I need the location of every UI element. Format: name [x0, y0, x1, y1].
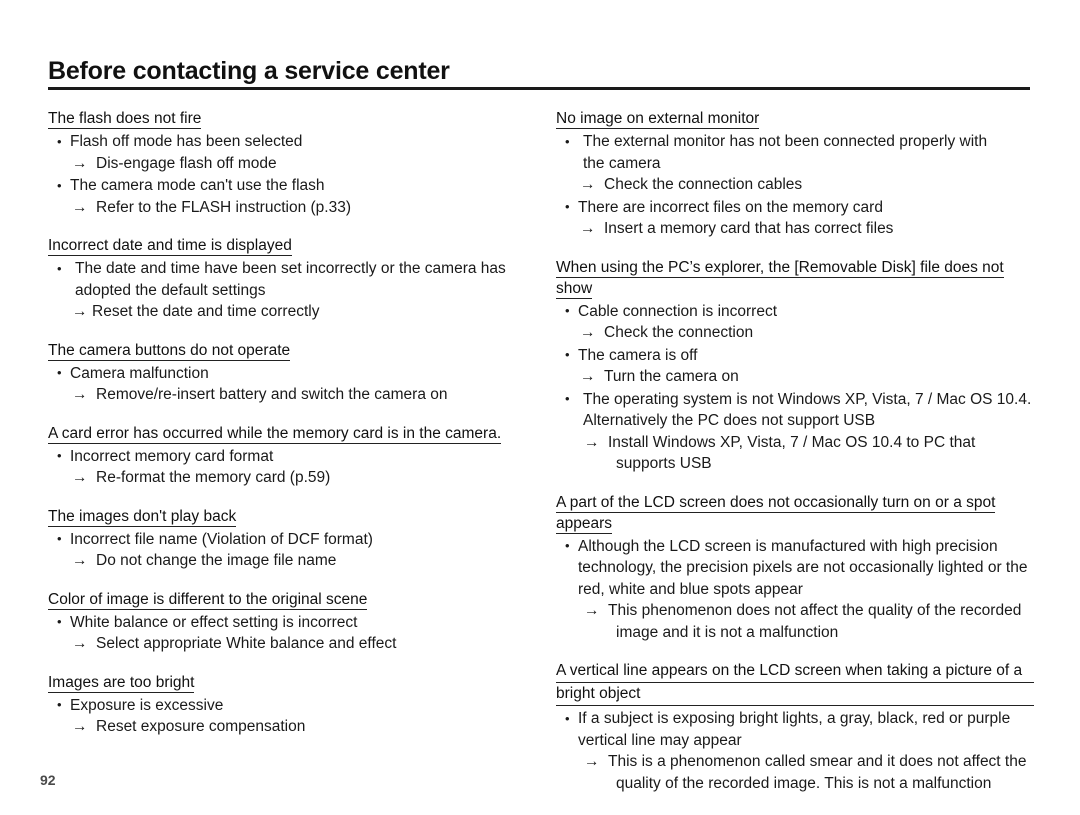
wrapped-text-line: adopted the default settings	[75, 281, 266, 299]
section-heading: A part of the LCD screen does not occasi…	[556, 492, 1034, 534]
section-heading-line: A vertical line appears on the LCD scree…	[556, 660, 1034, 683]
section-heading-text: No image on external monitor	[556, 110, 760, 129]
wrapped-text-line: red, white and blue spots appear	[578, 580, 803, 598]
troubleshooting-section: A card error has occurred while the memo…	[48, 423, 540, 489]
bullet-item: Incorrect memory card format	[48, 445, 540, 468]
bullet-item: There are incorrect files on the memory …	[556, 196, 1034, 219]
section-item-list: Incorrect file name (Violation of DCF fo…	[48, 528, 540, 572]
troubleshooting-section: The images don't play backIncorrect file…	[48, 506, 540, 572]
section-item-list: White balance or effect setting is incor…	[48, 611, 540, 655]
solution-arrow-item: Turn the camera on	[556, 366, 1034, 388]
wrapped-text-line: supports USB	[616, 455, 712, 472]
solution-arrow-item: Refer to the FLASH instruction (p.33)	[48, 197, 540, 219]
bullet-item: The external monitor has not been connec…	[556, 131, 1034, 153]
wrapped-text-line: Alternatively the PC does not support US…	[583, 412, 876, 429]
section-item-list: Camera malfunctionRemove/re-insert batte…	[48, 362, 540, 406]
right-column: No image on external monitor The external…	[556, 108, 1034, 794]
troubleshooting-section: A part of the LCD screen does not occasi…	[556, 492, 1034, 644]
section-item-list: The external monitor has not been connec…	[556, 131, 1034, 240]
bullet-item: Although the LCD screen is manufactured …	[556, 535, 1034, 558]
troubleshooting-section: Incorrect date and time is displayed The …	[48, 235, 540, 323]
bullet-item: Flash off mode has been selected	[48, 131, 540, 153]
section-item-list: Cable connection is incorrectCheck the c…	[556, 300, 1034, 475]
wrapped-text-line: image and it is not a malfunction	[616, 623, 839, 641]
troubleshooting-section: The camera buttons do not operateCamera …	[48, 340, 540, 406]
solution-arrow-item: Dis-engage flash off mode	[48, 153, 540, 175]
section-item-list: Exposure is excessiveReset exposure comp…	[48, 694, 540, 738]
document-page: Before contacting a service center The f…	[0, 0, 1080, 815]
section-heading: Incorrect date and time is displayed	[48, 235, 540, 256]
left-column: The flash does not fire Flash off mode ha…	[48, 108, 540, 738]
section-heading-text: Images are too bright	[48, 673, 195, 693]
section-heading-text: The images don't play back	[48, 507, 237, 527]
troubleshooting-section: Color of image is different to the origi…	[48, 589, 540, 655]
bullet-item: The operating system is not Windows XP, …	[556, 388, 1034, 411]
section-heading-text: Color of image is different to the origi…	[48, 590, 368, 610]
page-number: 92	[40, 772, 56, 788]
section-item-list: Although the LCD screen is manufactured …	[556, 535, 1034, 644]
section-heading-text: The flash does not fire	[48, 110, 202, 129]
troubleshooting-section: The flash does not fire Flash off mode ha…	[48, 108, 540, 218]
section-heading: The camera buttons do not operate	[48, 340, 540, 361]
wrapped-text-line: quality of the recorded image. This is n…	[616, 774, 992, 792]
page-title: Before contacting a service center	[48, 57, 450, 85]
bullet-item: If a subject is exposing bright lights, …	[556, 708, 1034, 730]
solution-arrow-item: Check the connection cables	[556, 174, 1034, 196]
section-heading-line: bright object	[556, 683, 1034, 706]
bullet-item: Camera malfunction	[48, 362, 540, 385]
section-item-list: If a subject is exposing bright lights, …	[556, 708, 1034, 794]
section-heading: The images don't play back	[48, 506, 540, 527]
section-heading: When using the PC’s explorer, the [Remov…	[556, 257, 1034, 299]
solution-arrow-item: Remove/re-insert battery and switch the …	[48, 384, 540, 406]
bullet-item: Cable connection is incorrect	[556, 300, 1034, 323]
section-heading: A vertical line appears on the LCD scree…	[556, 660, 1034, 706]
solution-arrow-item: This phenomenon does not affect the qual…	[556, 600, 1034, 622]
section-item-list: The date and time have been set incorrec…	[48, 258, 540, 323]
section-heading-text: When using the PC’s explorer, the [Remov…	[556, 258, 1004, 299]
section-item-list: Incorrect memory card formatRe-format th…	[48, 445, 540, 489]
section-heading-text: A part of the LCD screen does not occasi…	[556, 493, 996, 534]
solution-arrow-item: Do not change the image file name	[48, 550, 540, 572]
solution-arrow-item: Insert a memory card that has correct fi…	[556, 218, 1034, 240]
section-item-list: Flash off mode has been selectedDis-enga…	[48, 131, 540, 218]
wrapped-text-line: technology, the precision pixels are not…	[578, 559, 1028, 576]
troubleshooting-section: A vertical line appears on the LCD scree…	[556, 660, 1034, 794]
title-rule	[48, 87, 1030, 91]
solution-arrow-item: Select appropriate White balance and eff…	[48, 633, 540, 655]
troubleshooting-section: Images are too brightExposure is excessi…	[48, 672, 540, 738]
section-heading: No image on external monitor	[556, 108, 1034, 129]
section-heading: Color of image is different to the origi…	[48, 589, 540, 610]
bullet-item: The camera is off	[556, 344, 1034, 367]
bullet-item: Incorrect file name (Violation of DCF fo…	[48, 528, 540, 551]
section-heading: A card error has occurred while the memo…	[48, 423, 540, 444]
wrapped-text-line: vertical line may appear	[578, 731, 742, 749]
bullet-item: Exposure is excessive	[48, 694, 540, 717]
solution-arrow-item: Reset exposure compensation	[48, 716, 540, 738]
bullet-item: The date and time have been set incorrec…	[48, 258, 540, 280]
troubleshooting-section: When using the PC’s explorer, the [Remov…	[556, 257, 1034, 475]
bullet-item: White balance or effect setting is incor…	[48, 611, 540, 634]
wrapped-text-line: the camera	[583, 154, 661, 172]
solution-arrow-item: Install Windows XP, Vista, 7 / Mac OS 10…	[556, 432, 1034, 454]
content-columns: The flash does not fire Flash off mode ha…	[0, 108, 1080, 792]
section-heading-text: A card error has occurred while the memo…	[48, 424, 502, 444]
solution-arrow-item: Check the connection	[556, 322, 1034, 344]
section-heading: Images are too bright	[48, 672, 540, 693]
solution-arrow-item: This is a phenomenon called smear and it…	[556, 751, 1034, 773]
section-heading-text: The camera buttons do not operate	[48, 341, 291, 361]
troubleshooting-section: No image on external monitor The external…	[556, 108, 1034, 240]
section-heading: The flash does not fire	[48, 108, 540, 129]
solution-arrow-item: Reset the date and time correctly	[48, 301, 540, 323]
solution-arrow-item: Re-format the memory card (p.59)	[48, 467, 540, 489]
page-header: Before contacting a service center	[48, 57, 1030, 91]
section-heading-text: Incorrect date and time is displayed	[48, 237, 292, 256]
bullet-item: The camera mode can't use the flash	[48, 175, 540, 197]
